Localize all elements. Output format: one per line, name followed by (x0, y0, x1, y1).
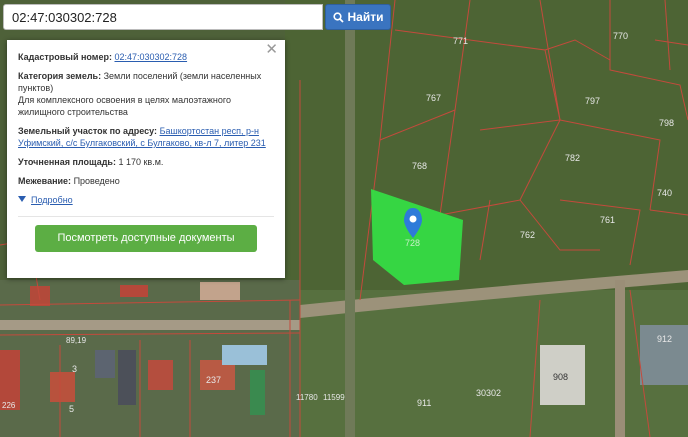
view-documents-button[interactable]: Посмотреть доступные документы (35, 225, 257, 252)
parcel-label: 912 (657, 334, 672, 344)
category-row: Категория земель: Земли поселений (земли… (18, 70, 274, 118)
parcel-label: 768 (412, 161, 427, 171)
category-label: Категория земель: (18, 71, 102, 81)
parcel-label: 740 (657, 188, 672, 198)
parcel-label: 761 (600, 215, 615, 225)
parcel-info-panel: ✕ Кадастровый номер: 02:47:030302:728 Ка… (7, 40, 285, 278)
parcel-label: 797 (585, 96, 600, 106)
cadastral-row: Кадастровый номер: 02:47:030302:728 (18, 51, 274, 63)
divider (18, 216, 274, 217)
close-icon[interactable]: ✕ (265, 42, 278, 57)
search-button-label: Найти (347, 10, 384, 24)
address-label: Земельный участок по адресу: (18, 126, 158, 136)
parcel-label: 11599 (323, 393, 345, 402)
survey-label: Межевание: (18, 176, 72, 186)
parcel-label: 908 (553, 372, 568, 382)
parcel-label: 767 (426, 93, 441, 103)
search-button[interactable]: Найти (325, 4, 391, 30)
parcel-label: 30302 (476, 388, 501, 398)
parcel-label: 770 (613, 31, 628, 41)
details-toggle[interactable]: Подробно (18, 194, 274, 206)
area-label: Уточненная площадь: (18, 157, 116, 167)
cadastral-link[interactable]: 02:47:030302:728 (114, 52, 187, 62)
parcel-label: 782 (565, 153, 580, 163)
usage-value: Для комплексного освоения в целях малоэт… (18, 95, 231, 117)
details-link[interactable]: Подробно (31, 194, 73, 206)
triangle-down-icon (18, 196, 26, 202)
parcel-label: 5 (69, 404, 74, 414)
parcel-label: 762 (520, 230, 535, 240)
parcel-label: 89,19 (66, 336, 87, 345)
address-row: Земельный участок по адресу: Башкортоста… (18, 125, 274, 149)
selected-parcel-label: 728 (405, 238, 420, 248)
parcel-label: 11780 (296, 393, 318, 402)
parcel-label: 798 (659, 118, 674, 128)
search-input[interactable]: 02:47:030302:728 (3, 4, 323, 30)
search-icon (332, 11, 344, 23)
survey-row: Межевание: Проведено (18, 175, 274, 187)
search-input-value: 02:47:030302:728 (12, 9, 117, 25)
parcel-label: 3 (72, 364, 77, 374)
parcel-label: 911 (417, 398, 431, 408)
parcel-label: 237 (206, 375, 221, 385)
area-value: 1 170 кв.м. (118, 157, 164, 167)
parcel-label: 771 (453, 36, 468, 46)
survey-value: Проведено (73, 176, 120, 186)
cadastral-label: Кадастровый номер: (18, 52, 112, 62)
parcel-label: 226 (2, 401, 16, 410)
area-row: Уточненная площадь: 1 170 кв.м. (18, 156, 274, 168)
